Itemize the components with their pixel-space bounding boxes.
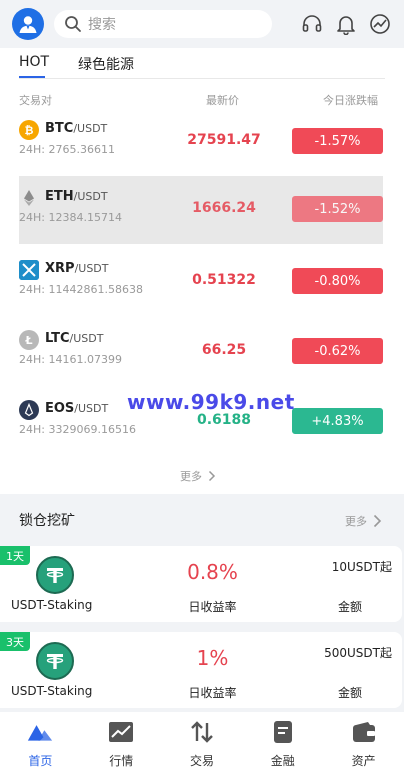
bell-icon[interactable] bbox=[334, 12, 358, 36]
volume-24h: 24H: 3329069.16516 bbox=[19, 423, 136, 436]
wallet-icon bbox=[351, 720, 377, 744]
headset-icon[interactable] bbox=[300, 12, 324, 36]
latest-price: 27591.47 bbox=[187, 132, 261, 148]
top-bar: 搜索 bbox=[0, 0, 404, 48]
section-title: 锁仓挖矿 bbox=[19, 513, 75, 529]
product-name: USDT-Staking bbox=[11, 598, 93, 612]
daily-rate-label: 日收益率 bbox=[188, 600, 237, 614]
latest-price: 0.51322 bbox=[192, 272, 256, 288]
tether-icon bbox=[36, 556, 74, 594]
svg-text:Ł: Ł bbox=[24, 334, 32, 347]
daily-rate: 1% bbox=[196, 646, 229, 670]
xrp-icon bbox=[19, 260, 39, 280]
duration-badge: 3天 bbox=[0, 632, 30, 651]
search-input[interactable]: 搜索 bbox=[54, 10, 272, 38]
tab-divider bbox=[19, 78, 385, 79]
market-row-eth[interactable]: ETH/USDT 24H: 12384.15714 1666.24 -1.52% bbox=[19, 176, 383, 244]
daily-rate-label: 日收益率 bbox=[188, 686, 237, 700]
amount-label: 金额 bbox=[338, 686, 363, 700]
latest-price: 0.6188 bbox=[196, 412, 252, 428]
home-icon bbox=[27, 720, 53, 744]
nav-assets[interactable]: 资产 bbox=[323, 712, 404, 774]
ethereum-icon bbox=[19, 188, 39, 208]
bottom-nav: 首页 行情 交易 金融 资产 bbox=[0, 712, 404, 774]
change-badge: -1.57% bbox=[292, 128, 383, 154]
chevron-right-icon bbox=[208, 470, 216, 482]
pair-symbol: ETH/USDT bbox=[45, 189, 108, 204]
volume-24h: 24H: 2765.36611 bbox=[19, 143, 115, 156]
market-panel: HOT 绿色能源 交易对 最新价 今日涨跌幅 ₿ BTC/USDT 24H: 2… bbox=[0, 48, 404, 494]
eos-icon bbox=[19, 400, 39, 420]
tab-green-energy[interactable]: 绿色能源 bbox=[78, 54, 134, 74]
nav-label: 行情 bbox=[109, 754, 134, 768]
volume-24h: 24H: 12384.15714 bbox=[19, 211, 122, 224]
latest-price: 1666.24 bbox=[192, 200, 256, 216]
nav-label: 首页 bbox=[28, 754, 53, 768]
more-label: 更多 bbox=[345, 515, 367, 528]
chart-globe-icon[interactable] bbox=[368, 12, 392, 36]
pair-symbol: LTC/USDT bbox=[45, 331, 104, 346]
staking-card[interactable]: 1天 USDT-Staking 0.8% 日收益率 10USDT起 金额 bbox=[0, 546, 402, 622]
duration-badge: 1天 bbox=[0, 546, 30, 565]
chevron-right-icon bbox=[373, 514, 382, 528]
change-badge: +4.83% bbox=[292, 408, 383, 434]
daily-rate: 0.8% bbox=[187, 560, 238, 584]
nav-trade[interactable]: 交易 bbox=[162, 712, 243, 774]
market-row-ltc[interactable]: Ł LTC/USDT 24H: 14161.07399 66.25 -0.62% bbox=[19, 318, 383, 386]
column-header-pair: 交易对 bbox=[19, 94, 52, 107]
search-icon bbox=[65, 16, 81, 32]
tab-hot[interactable]: HOT bbox=[19, 54, 49, 70]
change-badge: -0.62% bbox=[292, 338, 383, 364]
nav-market[interactable]: 行情 bbox=[81, 712, 162, 774]
change-badge: -0.80% bbox=[292, 268, 383, 294]
staking-more-link[interactable]: 更多 bbox=[345, 513, 382, 529]
nav-label: 资产 bbox=[351, 754, 376, 768]
nav-label: 金融 bbox=[270, 754, 295, 768]
staking-card[interactable]: 3天 USDT-Staking 1% 日收益率 500USDT起 金额 bbox=[0, 632, 402, 708]
minimum-amount: 500USDT起 bbox=[324, 646, 392, 660]
nav-home[interactable]: 首页 bbox=[0, 712, 81, 774]
volume-24h: 24H: 11442861.58638 bbox=[19, 283, 143, 296]
avatar-icon[interactable] bbox=[12, 8, 44, 40]
pair-symbol: BTC/USDT bbox=[45, 121, 108, 136]
latest-price: 66.25 bbox=[201, 342, 247, 358]
pair-symbol: EOS/USDT bbox=[45, 401, 109, 416]
bitcoin-icon: ₿ bbox=[19, 120, 39, 140]
watermark: www.99k9.net bbox=[127, 390, 295, 414]
minimum-amount: 10USDT起 bbox=[331, 560, 392, 574]
nav-finance[interactable]: 金融 bbox=[242, 712, 323, 774]
change-badge: -1.52% bbox=[292, 196, 383, 222]
column-header-price: 最新价 bbox=[206, 94, 239, 107]
litecoin-icon: Ł bbox=[19, 330, 39, 350]
nav-label: 交易 bbox=[189, 754, 214, 768]
more-label: 更多 bbox=[180, 470, 202, 483]
market-tabs: HOT 绿色能源 bbox=[0, 48, 404, 79]
volume-24h: 24H: 14161.07399 bbox=[19, 353, 122, 366]
svg-text:₿: ₿ bbox=[25, 124, 34, 137]
trade-arrows-icon bbox=[189, 720, 215, 744]
staking-header: 锁仓挖矿 更多 bbox=[0, 494, 404, 546]
finance-document-icon bbox=[270, 720, 296, 744]
search-placeholder: 搜索 bbox=[88, 17, 116, 33]
tether-icon bbox=[36, 642, 74, 680]
market-row-xrp[interactable]: XRP/USDT 24H: 11442861.58638 0.51322 -0.… bbox=[19, 248, 383, 316]
amount-label: 金额 bbox=[338, 600, 363, 614]
product-name: USDT-Staking bbox=[11, 684, 93, 698]
column-header-change: 今日涨跌幅 bbox=[323, 94, 378, 107]
market-more-link[interactable]: 更多 bbox=[180, 468, 216, 484]
market-row-btc[interactable]: ₿ BTC/USDT 24H: 2765.36611 27591.47 -1.5… bbox=[19, 108, 383, 176]
pair-symbol: XRP/USDT bbox=[45, 261, 109, 276]
market-chart-icon bbox=[108, 720, 134, 744]
